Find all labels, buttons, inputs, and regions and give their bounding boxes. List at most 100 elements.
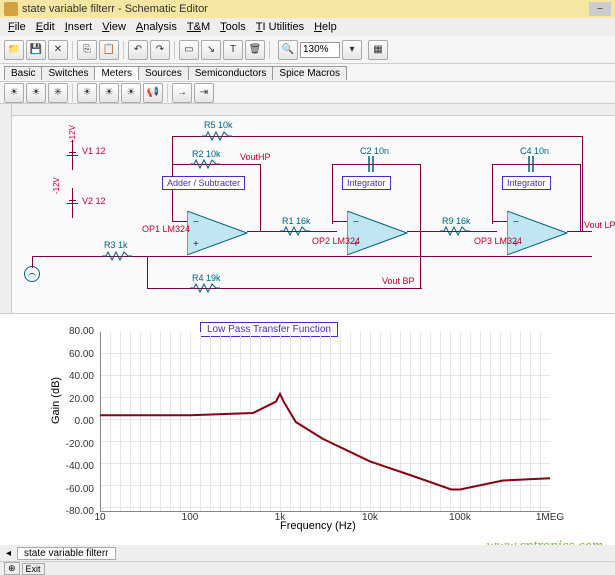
label-c4: C4 10n xyxy=(520,146,549,156)
menu-edit[interactable]: Edit xyxy=(32,21,59,33)
app-icon xyxy=(4,2,18,16)
statusbar: ⊕ Exit xyxy=(0,561,615,575)
palette-item-4[interactable]: ☀ xyxy=(77,83,97,103)
tab-basic[interactable]: Basic xyxy=(4,66,42,80)
ytick: 20.00 xyxy=(58,394,94,405)
tool-close[interactable]: ✕ xyxy=(48,40,68,60)
titlebar: state variable filterr - Schematic Edito… xyxy=(0,0,615,18)
label-r1: R1 16k xyxy=(282,216,311,226)
resistor-r4[interactable] xyxy=(190,283,220,293)
label-v2: V2 12 xyxy=(82,196,106,206)
tab-switches[interactable]: Switches xyxy=(41,66,95,80)
label-r5: R5 10k xyxy=(204,120,233,130)
palette-item-6[interactable]: ☀ xyxy=(121,83,141,103)
menu-analysis[interactable]: Analysis xyxy=(132,21,181,33)
tab-meters[interactable]: Meters xyxy=(94,66,139,80)
x-axis-label: Frequency (Hz) xyxy=(280,520,356,532)
block-adder: Adder / Subtracter xyxy=(162,176,245,190)
sine-source[interactable] xyxy=(24,266,40,282)
zoom-dropdown[interactable]: ▾ xyxy=(342,40,362,60)
ytick: 60.00 xyxy=(58,349,94,360)
component-tabbar: Basic Switches Meters Sources Semiconduc… xyxy=(0,64,615,82)
opamp-op1[interactable]: −+ xyxy=(187,211,257,255)
tool-save[interactable]: 💾 xyxy=(26,40,46,60)
xtick: 10 xyxy=(80,512,120,523)
tool-undo[interactable]: ↶ xyxy=(128,40,148,60)
menu-insert[interactable]: Insert xyxy=(61,21,97,33)
ruler-horizontal xyxy=(0,104,615,116)
opamp-op3[interactable]: −+ xyxy=(507,211,577,255)
menu-view[interactable]: View xyxy=(98,21,130,33)
label-op3: OP3 LM324 xyxy=(474,236,522,246)
tool-select[interactable]: ▭ xyxy=(179,40,199,60)
tool-copy[interactable]: ⎘ xyxy=(77,40,97,60)
tool-grid[interactable]: ▦ xyxy=(368,40,388,60)
ytick: 80.00 xyxy=(58,326,94,337)
palette-item-2[interactable]: ☀ xyxy=(26,83,46,103)
tab-semiconductors[interactable]: Semiconductors xyxy=(188,66,274,80)
label-r9: R9 16k xyxy=(442,216,471,226)
resistor-r5[interactable] xyxy=(202,131,232,141)
ytick: 0.00 xyxy=(58,416,94,427)
status-cursor-icon[interactable]: ⊕ xyxy=(4,562,20,575)
tool-wire[interactable]: ↘ xyxy=(201,40,221,60)
svg-text:−: − xyxy=(353,217,359,228)
bottom-tabs: ◂ state variable filterr xyxy=(0,545,615,561)
cap-c4[interactable] xyxy=(524,156,538,175)
label-c2: C2 10n xyxy=(360,146,389,156)
zoom-input[interactable] xyxy=(300,42,340,58)
schematic-content: +12V -12V V1 12 V2 12 R5 10k R3 1k xyxy=(12,116,615,313)
resistor-r3[interactable] xyxy=(102,251,132,261)
zoom-group: 🔍 ▾ xyxy=(278,40,362,60)
palette-item-8[interactable]: → xyxy=(172,83,192,103)
menu-file[interactable]: File xyxy=(4,21,30,33)
window-title: state variable filterr - Schematic Edito… xyxy=(22,3,208,15)
palette-item-7[interactable]: 📢 xyxy=(143,83,163,103)
svg-text:−: − xyxy=(513,217,519,228)
tool-redo[interactable]: ↷ xyxy=(150,40,170,60)
ytick: -40.00 xyxy=(58,461,94,472)
palette-item-3[interactable]: ✳ xyxy=(48,83,68,103)
tab-sources[interactable]: Sources xyxy=(138,66,189,80)
schematic-canvas[interactable]: +12V -12V V1 12 V2 12 R5 10k R3 1k xyxy=(0,104,615,314)
label-r2: R2 10k xyxy=(192,149,221,159)
menu-tools[interactable]: Tools xyxy=(216,21,250,33)
label-r4: R4 19k xyxy=(192,273,221,283)
label-r3: R3 1k xyxy=(104,240,128,250)
ytick: -20.00 xyxy=(58,439,94,450)
graph-area: Low Pass Transfer Function -80.00-60.00-… xyxy=(0,314,615,544)
menu-tiu[interactable]: TI Utilities xyxy=(252,21,308,33)
tool-text[interactable]: T xyxy=(223,40,243,60)
toolbar: 📁 💾 ✕ ⎘ 📋 ↶ ↷ ▭ ↘ T 🗑 🔍 ▾ ▦ xyxy=(0,36,615,64)
cap-c2[interactable] xyxy=(364,156,378,175)
label-op2: OP2 LM324 xyxy=(312,236,360,246)
ytick: -60.00 xyxy=(58,484,94,495)
rail-minus12v: -12V xyxy=(52,177,61,194)
menu-tam[interactable]: T&M xyxy=(183,21,214,33)
opamp-op2[interactable]: −+ xyxy=(347,211,417,255)
xtick: 10k xyxy=(350,512,390,523)
minimize-button[interactable]: − xyxy=(589,2,611,16)
menu-help[interactable]: Help xyxy=(310,21,341,33)
palette-item-9[interactable]: ⇥ xyxy=(194,83,214,103)
bottom-tab-schematic[interactable]: state variable filterr xyxy=(17,547,115,560)
node-vouthp: VoutHP xyxy=(240,152,271,162)
tool-paste[interactable]: 📋 xyxy=(99,40,119,60)
palette-item-5[interactable]: ☀ xyxy=(99,83,119,103)
ruler-vertical xyxy=(0,104,12,313)
status-exit[interactable]: Exit xyxy=(22,563,45,575)
xtick: 100 xyxy=(170,512,210,523)
tool-open[interactable]: 📁 xyxy=(4,40,24,60)
zoom-fit[interactable]: 🔍 xyxy=(278,40,298,60)
node-voutbp: Vout BP xyxy=(382,276,415,286)
tab-spice[interactable]: Spice Macros xyxy=(272,66,347,80)
xtick: 1MEG xyxy=(530,512,570,523)
tool-delete[interactable]: 🗑 xyxy=(245,40,265,60)
svg-text:−: − xyxy=(193,217,199,228)
xtick: 100k xyxy=(440,512,480,523)
resistor-r2[interactable] xyxy=(190,159,220,169)
block-integ2: Integrator xyxy=(502,176,551,190)
palette-item-1[interactable]: ☀ xyxy=(4,83,24,103)
svg-text:+: + xyxy=(193,239,199,250)
component-palette: ☀ ☀ ✳ ☀ ☀ ☀ 📢 → ⇥ xyxy=(0,82,615,104)
